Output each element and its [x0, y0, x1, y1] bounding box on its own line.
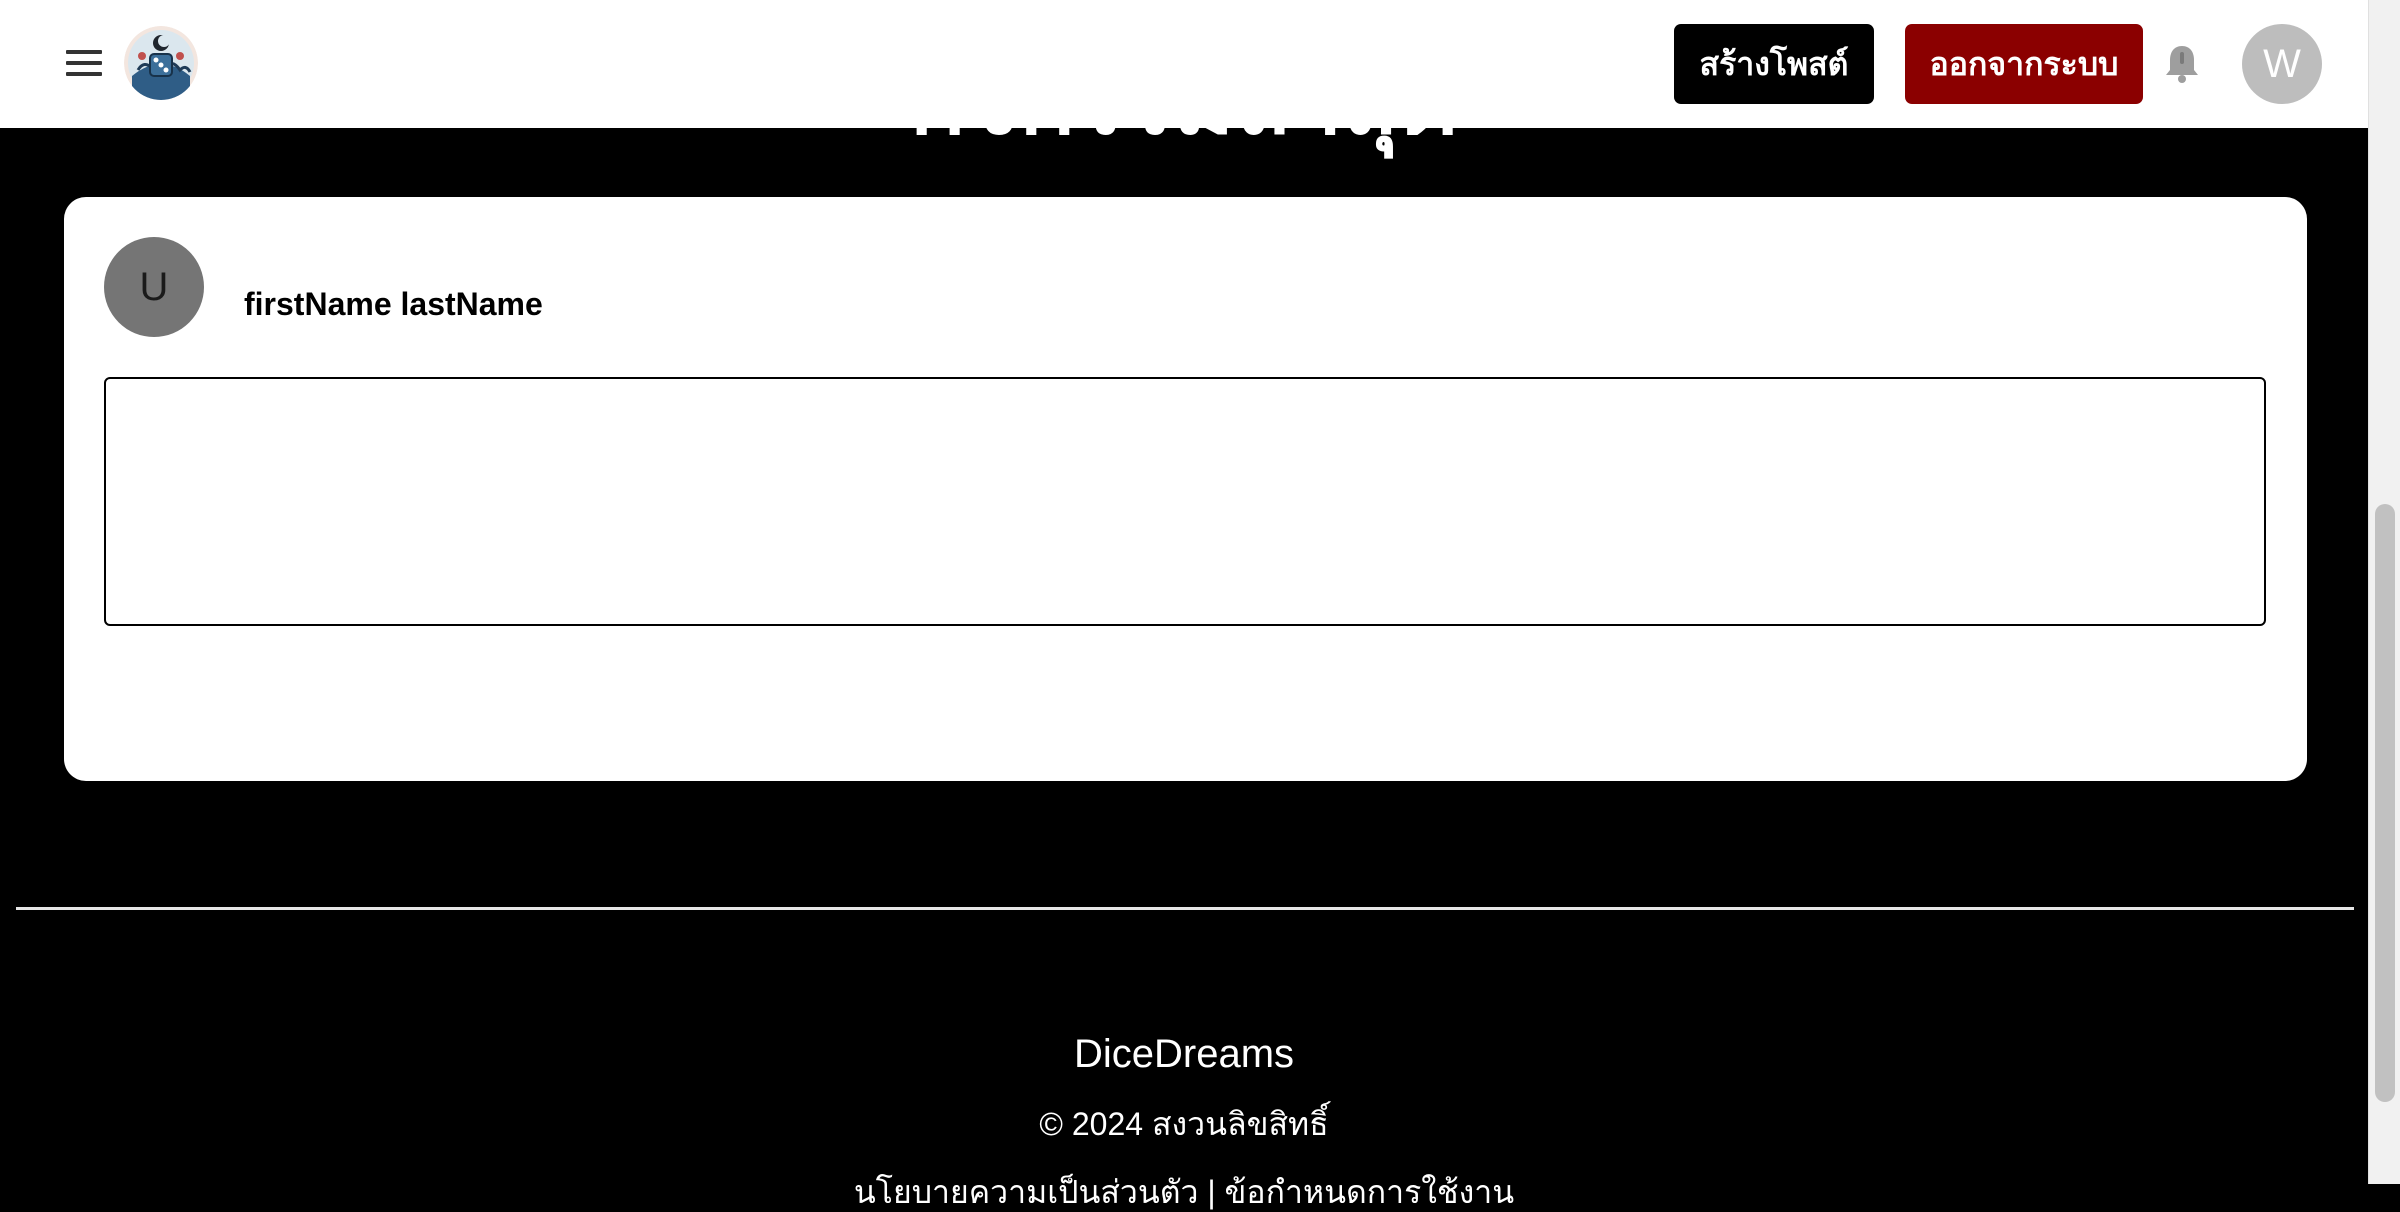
- bell-icon[interactable]: [2160, 42, 2204, 86]
- logout-button[interactable]: ออกจากระบบ: [1905, 24, 2143, 104]
- author-name: firstName lastName: [244, 286, 543, 322]
- footer-brand: DiceDreams: [1073, 1032, 1295, 1076]
- user-avatar[interactable]: W: [2242, 24, 2322, 104]
- post-card: U firstName lastName: [64, 197, 2307, 781]
- footer-links[interactable]: นโยบายความเป็นส่วนตัว | ข้อกำหนดการใช้งา…: [0, 1172, 2368, 1212]
- author-avatar: U: [104, 237, 204, 337]
- footer-divider: [16, 907, 2354, 910]
- vertical-scrollbar[interactable]: [2368, 0, 2400, 1184]
- dice-octopus-logo[interactable]: [124, 26, 198, 100]
- scrollbar-thumb[interactable]: [2375, 504, 2395, 1102]
- post-content-input[interactable]: [104, 377, 2266, 626]
- create-post-button[interactable]: สร้างโพสต์: [1674, 24, 1874, 104]
- footer-copyright: © 2024 สงวนลิขสิทธิ์: [1039, 1106, 1329, 1142]
- hamburger-menu-icon[interactable]: [62, 46, 106, 82]
- top-header: สร้างโพสต์ ออกจากระบบ W: [0, 0, 2368, 128]
